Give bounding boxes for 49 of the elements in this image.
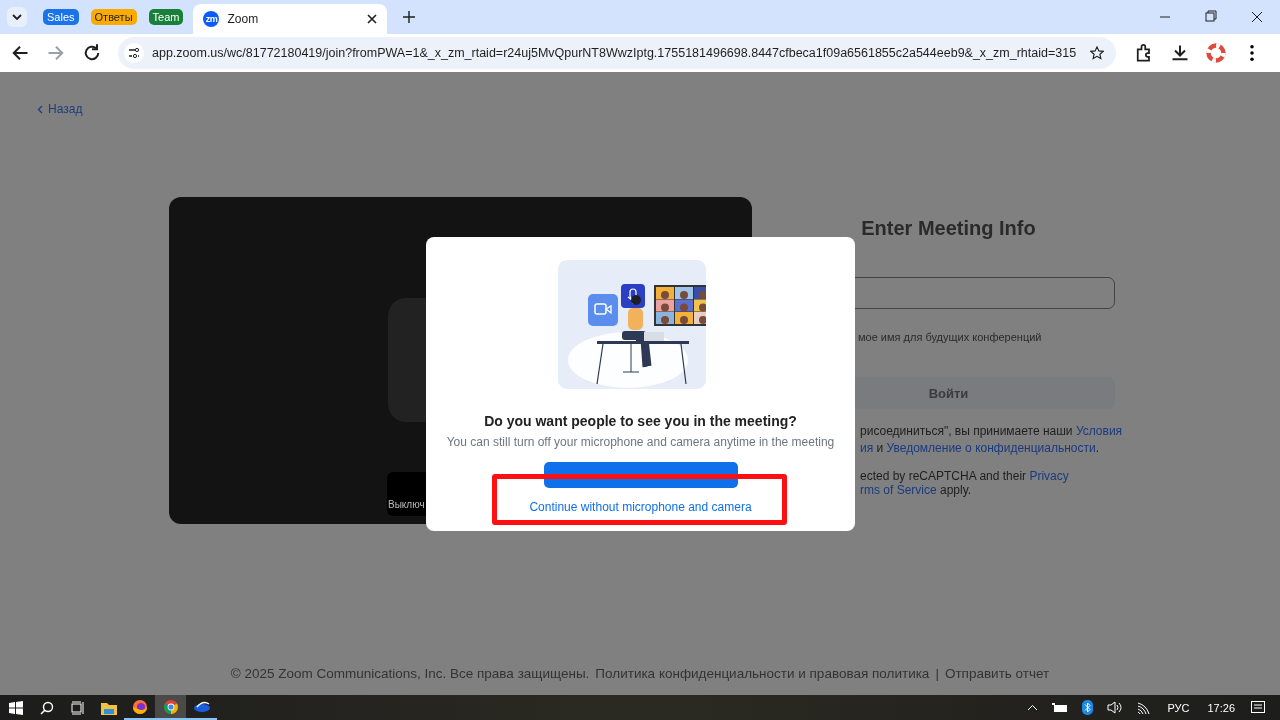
tab-search-button[interactable]: [7, 7, 27, 27]
chevron-down-icon: [12, 14, 22, 20]
continue-link[interactable]: Continue without microphone and camera: [529, 500, 752, 514]
zoom-favicon: zm: [203, 11, 220, 27]
tab-title: Zoom: [227, 12, 260, 26]
chevron-up-icon[interactable]: [1027, 704, 1039, 711]
bluetooth-icon[interactable]: [1082, 700, 1094, 715]
folder-icon: [100, 700, 117, 715]
site-settings-icon[interactable]: [124, 43, 144, 63]
fox-globe-icon: [131, 698, 148, 715]
download-icon[interactable]: [1170, 43, 1190, 63]
tab-group-chip[interactable]: Ответы: [90, 9, 137, 25]
footer-link[interactable]: Политика конфиденциальности и правовая политика: [595, 666, 930, 681]
clock-text[interactable]: 17:26: [1207, 701, 1235, 714]
close-icon[interactable]: [367, 14, 378, 24]
battery-icon[interactable]: [1052, 702, 1069, 713]
back-link[interactable]: Назад: [37, 102, 83, 116]
chevron-left-icon: [37, 104, 43, 114]
speaker-icon[interactable]: [1107, 701, 1124, 714]
copyright-text: © 2025 Zoom Communications, Inc. Все права защищены.: [230, 666, 590, 681]
star-icon[interactable]: [1090, 46, 1104, 60]
footer-link[interactable]: Отправить отчет: [944, 666, 1050, 681]
wifi-icon[interactable]: [1137, 701, 1152, 714]
link[interactable]: ия: [860, 441, 874, 455]
link[interactable]: rms of Service: [860, 483, 937, 497]
task-view-icon: [70, 700, 85, 715]
tab-group-chip[interactable]: Team: [148, 9, 184, 25]
address-bar[interactable]: app.zoom.us/wc/81772180419/join?fromPWA=1&_x_zm_rtaid=r24uj5MvQpurNT8WwzIptg.1755181496698.8447cfbeca1f09a6561855c2a544eeb9&_x_zm_rhtaid=315: [118, 37, 1116, 69]
taskbar-app-button[interactable]: [155, 695, 186, 720]
windows-logo-icon: [8, 700, 23, 715]
link[interactable]: Уведомление о конфиденциальности: [886, 441, 1096, 455]
link[interactable]: Privacy: [1029, 469, 1069, 483]
lifebuoy-icon[interactable]: [1206, 43, 1226, 63]
new-tab-icon[interactable]: [403, 11, 416, 23]
disc-app-icon: [193, 700, 210, 713]
forward-arrow-icon[interactable]: [46, 43, 66, 63]
notification-icon[interactable]: [1251, 700, 1266, 715]
dialog-subtitle: You can still turn off your microphone and camera anytime in the meeting: [446, 435, 835, 449]
language-indicator[interactable]: РУС: [1167, 701, 1190, 714]
remember-name-label: мое имя для будущих конференций: [857, 331, 1043, 343]
browser-tab[interactable]: zm Zoom: [193, 4, 388, 34]
form-title: Enter Meeting Info: [860, 217, 1037, 240]
search-icon: [39, 700, 54, 715]
separator-text: |: [935, 666, 939, 681]
chrome-icon: [162, 698, 179, 715]
tab-group-chip[interactable]: Sales: [43, 9, 79, 25]
back-arrow-icon[interactable]: [10, 43, 30, 63]
reload-icon[interactable]: [82, 43, 102, 63]
link[interactable]: Условия: [1075, 424, 1123, 438]
